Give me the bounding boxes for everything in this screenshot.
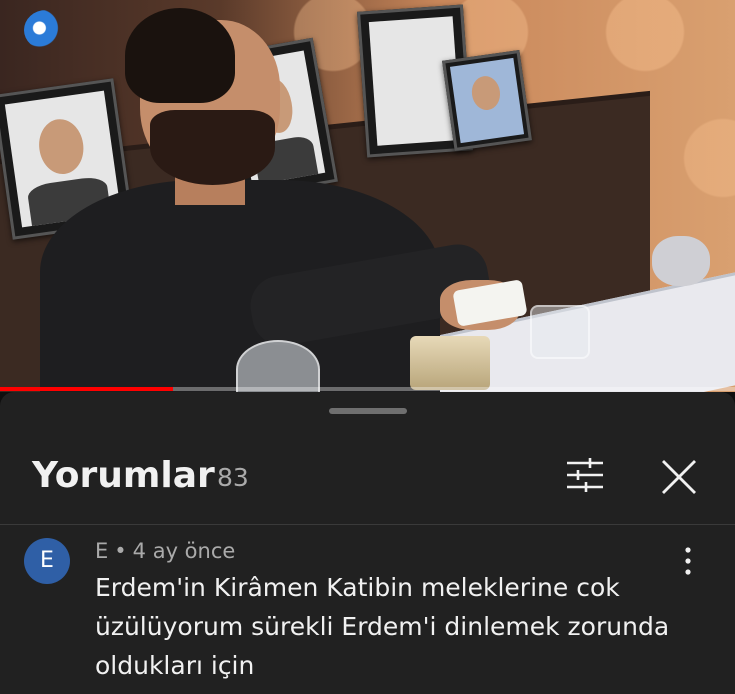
comment-author[interactable]: E [95,539,108,563]
avatar[interactable]: E [24,538,70,584]
tune-sliders-icon[interactable] [566,458,604,492]
comment-count: 83 [217,463,249,492]
comment-meta: E • 4 ay önce [95,537,235,565]
glass [530,305,590,359]
candle-holder [410,336,490,390]
wine-glass [236,340,320,392]
meta-separator: • [114,539,127,563]
header-divider [0,524,735,525]
video-progress-bar[interactable] [0,387,735,391]
comments-panel: Yorumlar 83 E E • 4 ay önce Erdem'in Kirâm… [0,392,735,694]
decorative-bowl [652,236,710,286]
video-progress-fill [0,387,173,391]
drag-handle[interactable] [329,408,407,414]
comment-text: Erdem'in Kirâmen Katibin meleklerine cok… [95,573,670,680]
seated-man [40,0,520,392]
channel-logo-icon [24,10,68,50]
video-player[interactable] [0,0,735,392]
close-x-icon[interactable] [660,458,698,496]
comment-time: 4 ay önce [132,539,236,563]
panel-title: Yorumlar [32,455,215,496]
